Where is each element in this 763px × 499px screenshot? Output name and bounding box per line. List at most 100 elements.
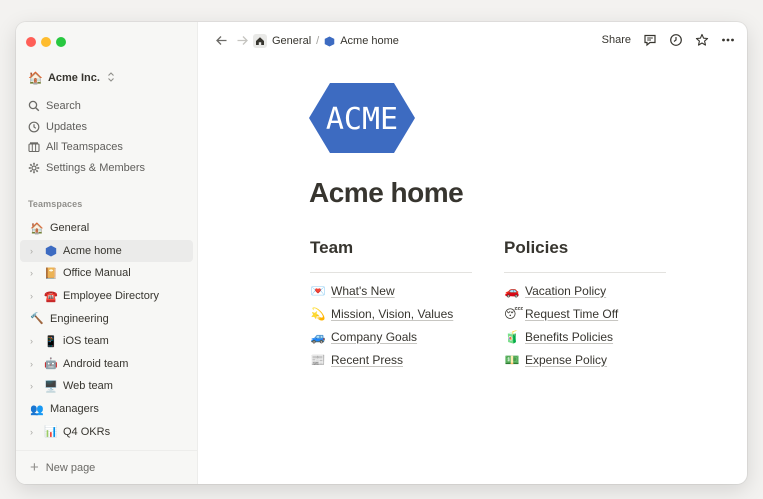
search-icon — [28, 100, 40, 112]
sidebar-menu: Search Updates All Teamspaces Settings &… — [28, 96, 145, 178]
topbar-actions: Share — [602, 33, 735, 47]
tree-item-office-manual[interactable]: › 📔 Office Manual — [16, 262, 197, 285]
tree-item-acme-home[interactable]: › Acme home — [20, 239, 193, 263]
telephone-icon: ☎️ — [44, 290, 58, 303]
clock-icon — [28, 121, 40, 133]
policies-heading: Policies — [504, 238, 569, 257]
link-label[interactable]: Company Goals — [331, 330, 417, 344]
link-vacation-policy[interactable]: 🚗 Vacation Policy — [504, 279, 666, 302]
workspace-name: Acme Inc. — [47, 72, 100, 84]
phone-icon: 📱 — [44, 335, 58, 348]
chevron-right-icon[interactable]: › — [30, 381, 40, 391]
close-window-button[interactable] — [26, 37, 36, 47]
tree-item-label: iOS team — [63, 335, 109, 348]
chevron-right-icon[interactable]: › — [30, 291, 40, 301]
chevron-right-icon[interactable]: › — [30, 427, 40, 437]
tree-item-label: Acme home — [63, 244, 122, 257]
chevron-right-icon[interactable]: › — [30, 336, 40, 346]
tree-item-label: General — [50, 222, 90, 235]
teamspaces-icon — [28, 141, 40, 153]
sidebar: 🏠 Acme Inc. Search Updates All Teamspace… — [16, 22, 198, 484]
tree-item-web-team[interactable]: › 🖥️ Web team — [16, 375, 197, 398]
share-button[interactable]: Share — [602, 34, 631, 46]
tree-item-label: Android team — [63, 357, 129, 370]
monitor-icon: 🖥️ — [44, 380, 58, 393]
juice-box-icon: 🧃 — [504, 329, 520, 344]
red-car-icon: 🚗 — [504, 283, 520, 298]
robot-icon: 🤖 — [44, 358, 58, 371]
sleeping-face-icon: 😴 — [504, 306, 524, 321]
back-arrow-icon[interactable] — [215, 34, 228, 50]
tree-item-ios-team[interactable]: › 📱 iOS team — [16, 330, 197, 353]
link-label[interactable]: Vacation Policy — [525, 284, 606, 298]
tree-item-android-team[interactable]: › 🤖 Android team — [16, 353, 197, 376]
sidebar-item-label: Updates — [46, 120, 87, 133]
new-page-button[interactable]: + New page — [16, 450, 197, 484]
link-whats-new[interactable]: 💌 What's New — [310, 279, 472, 302]
acme-logo-icon — [324, 35, 335, 47]
hammer-icon: 🔨 — [30, 313, 44, 326]
teamspaces-header: Teamspaces — [28, 199, 83, 209]
page-title: Acme home — [309, 177, 464, 208]
sidebar-item-updates[interactable]: Updates — [28, 117, 145, 138]
star-icon[interactable] — [695, 33, 709, 47]
workspace-icon: 🏠 — [28, 71, 43, 85]
link-recent-press[interactable]: 📰 Recent Press — [310, 348, 472, 371]
link-company-goals[interactable]: 🚙 Company Goals — [310, 325, 472, 348]
sidebar-item-label: Settings & Members — [46, 161, 146, 174]
more-options-icon[interactable] — [721, 33, 735, 47]
nav-arrows — [215, 34, 249, 50]
main-content: General / Acme home Share ACME Acme home… — [199, 22, 747, 484]
link-label[interactable]: What's New — [331, 284, 395, 298]
divider — [310, 272, 472, 273]
link-label[interactable]: Benefits Policies — [525, 330, 613, 344]
divider — [504, 272, 666, 273]
sidebar-item-search[interactable]: Search — [28, 96, 145, 117]
policies-column: Policies 🚗 Vacation Policy 😴 Request Tim… — [504, 238, 666, 371]
sidebar-item-settings[interactable]: Settings & Members — [28, 158, 145, 179]
workspace-switcher[interactable]: 🏠 Acme Inc. — [28, 69, 115, 87]
link-request-time-off[interactable]: 😴 Request Time Off — [504, 302, 666, 325]
acme-logo: ACME — [308, 82, 416, 154]
sidebar-item-label: All Teamspaces — [46, 141, 123, 154]
money-icon: 💵 — [504, 352, 520, 367]
link-label[interactable]: Mission, Vision, Values — [331, 307, 453, 321]
forward-arrow-icon[interactable] — [236, 34, 249, 50]
window-controls — [26, 37, 66, 47]
maximize-window-button[interactable] — [56, 37, 66, 47]
history-clock-icon[interactable] — [669, 33, 683, 47]
bar-chart-icon: 📊 — [44, 426, 58, 439]
tree-item-label: Office Manual — [63, 267, 131, 280]
chevron-right-icon[interactable]: › — [30, 246, 40, 256]
breadcrumb-current[interactable]: Acme home — [340, 35, 399, 47]
link-label[interactable]: Expense Policy — [525, 353, 607, 367]
tree-item-label: Employee Directory — [63, 290, 159, 303]
comment-icon[interactable] — [643, 33, 657, 47]
newspaper-icon: 📰 — [310, 352, 326, 367]
tree-item-employee-directory[interactable]: › ☎️ Employee Directory — [16, 285, 197, 308]
topbar: General / Acme home Share — [199, 22, 747, 62]
team-heading: Team — [310, 238, 354, 257]
breadcrumb-parent[interactable]: General — [272, 35, 311, 47]
tree-item-q4-okrs[interactable]: › 📊 Q4 OKRs — [16, 420, 197, 443]
tree-item-label: Engineering — [50, 312, 109, 325]
sidebar-item-all-teamspaces[interactable]: All Teamspaces — [28, 137, 145, 158]
teamspace-managers[interactable]: 👥 Managers — [16, 398, 197, 421]
breadcrumb: General / Acme home — [253, 34, 399, 48]
link-benefits-policies[interactable]: 🧃 Benefits Policies — [504, 325, 666, 348]
chevron-right-icon[interactable]: › — [30, 268, 40, 278]
minimize-window-button[interactable] — [41, 37, 51, 47]
link-label[interactable]: Recent Press — [331, 353, 403, 367]
link-label[interactable]: Request Time Off — [525, 307, 618, 321]
teamspace-general[interactable]: 🏠 General — [16, 217, 197, 240]
link-mission-vision-values[interactable]: 💫 Mission, Vision, Values — [310, 302, 472, 325]
acme-logo-icon — [44, 245, 58, 257]
tree-item-label: Q4 OKRs — [63, 425, 111, 438]
teamspace-engineering[interactable]: 🔨 Engineering — [16, 307, 197, 330]
plus-icon: + — [30, 459, 39, 476]
tree-item-label: Web team — [63, 380, 113, 393]
chevron-right-icon[interactable]: › — [30, 359, 40, 369]
car-icon: 🚙 — [310, 329, 326, 344]
love-letter-icon: 💌 — [310, 283, 326, 298]
link-expense-policy[interactable]: 💵 Expense Policy — [504, 348, 666, 371]
